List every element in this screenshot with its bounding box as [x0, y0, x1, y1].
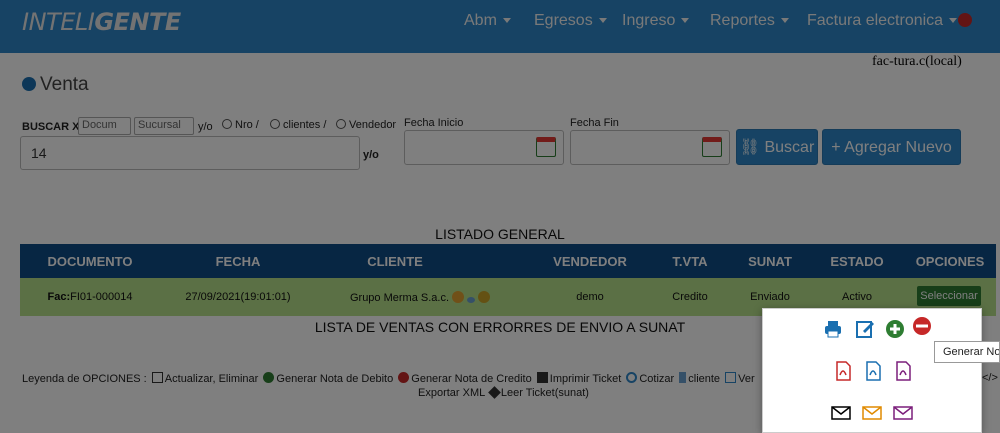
th-documento: DOCUMENTO [47, 254, 133, 269]
generar-nota-credito-button[interactable] [910, 312, 934, 338]
edit-icon [151, 372, 163, 383]
cell-documento: Fac:FI01-000014 [47, 291, 133, 303]
print-icon [536, 372, 548, 383]
th-fecha: FECHA [215, 254, 261, 269]
refresh-icon [626, 372, 638, 383]
info-icon [22, 77, 36, 91]
print-icon[interactable] [823, 319, 843, 339]
power-icon[interactable] [958, 13, 972, 27]
arrows-icon [467, 297, 476, 303]
nav-abm[interactable]: Abm [464, 12, 511, 30]
search-icon: ⛓ [739, 139, 765, 156]
chevron-down-icon [598, 18, 607, 24]
th-vendedor: VENDEDOR [553, 254, 627, 269]
fecha-inicio-label: Fecha Inicio [404, 117, 464, 129]
brand-part1: INTELI [22, 8, 95, 36]
nav-egresos[interactable]: Egresos [534, 12, 607, 30]
th-opciones: OPCIONES [915, 254, 985, 269]
edit-icon[interactable] [855, 319, 875, 339]
cell-tvta: Credito [672, 291, 708, 303]
th-cliente: CLIENTE [367, 254, 423, 269]
yo-label-2: y/o [363, 149, 379, 161]
cart-icon [725, 372, 737, 383]
th-tvta: T.VTA [672, 254, 708, 269]
cell-estado: Activo [842, 291, 872, 303]
envelope-icon[interactable] [893, 403, 913, 423]
search-label: BUSCAR X [22, 121, 80, 133]
listado-title: LISTADO GENERAL [435, 226, 565, 242]
chevron-down-icon [949, 18, 958, 24]
page-title: Venta [22, 74, 89, 96]
options-dropdown [762, 308, 982, 433]
pdf-icon[interactable] [833, 361, 853, 381]
plus-circle-icon [263, 372, 275, 383]
brand-part2: GENTE [94, 8, 181, 36]
navbar: INTELIGENTE Abm Egresos Ingreso Reportes… [0, 0, 1000, 53]
cell-fecha: 27/09/2021(19:01:01) [185, 291, 291, 303]
host-label: fac-tura.c(local) [872, 54, 962, 69]
radio-clientes[interactable]: clientes / [270, 119, 326, 131]
radio-nro[interactable]: Nro / [222, 119, 259, 131]
document-select[interactable]: Docum [78, 117, 131, 135]
cell-cliente: Grupo Merma S.a.c. [320, 291, 520, 304]
seleccionar-button[interactable]: Seleccionar [917, 286, 981, 306]
legend-line2: Exportar XML Leer Ticket(sunat) [418, 386, 589, 399]
legend: Leyenda de OPCIONES : Actualizar, Elimin… [22, 372, 755, 385]
minus-circle-icon [398, 372, 410, 383]
table-header: DOCUMENTO FECHA CLIENTE VENDEDOR T.VTA S… [20, 244, 996, 278]
legend-tail: </> [982, 372, 998, 384]
minus-circle-icon [913, 317, 931, 335]
pdf-icon[interactable] [863, 361, 883, 381]
yo-label: y/o [198, 121, 213, 133]
pdf-icon[interactable] [893, 361, 913, 381]
sucursal-select[interactable]: Sucursal [134, 117, 194, 135]
user-icon [452, 291, 465, 303]
tooltip: Generar Nota [934, 341, 1000, 363]
agregar-nuevo-button[interactable]: + Agregar Nuevo [822, 129, 961, 165]
chevron-down-icon [780, 18, 789, 24]
plus-icon: + [831, 139, 845, 156]
radio-vendedor[interactable]: Vendedor [336, 119, 396, 131]
nav-ingreso[interactable]: Ingreso [622, 12, 690, 30]
fecha-fin-label: Fecha Fin [570, 117, 619, 129]
chevron-down-icon [502, 18, 511, 24]
money-bag-icon [478, 291, 491, 303]
cell-sunat: Enviado [750, 291, 790, 303]
envelope-icon[interactable] [831, 403, 851, 423]
cell-vendedor: demo [576, 291, 604, 303]
nav-reportes[interactable]: Reportes [710, 12, 789, 30]
person-icon [679, 372, 687, 383]
th-sunat: SUNAT [748, 254, 792, 269]
ticket-icon [488, 386, 501, 399]
th-estado: ESTADO [830, 254, 884, 269]
nav-factura-electronica[interactable]: Factura electronica [807, 12, 958, 30]
brand-logo[interactable]: INTELIGENTE [22, 8, 181, 36]
search-input[interactable]: 14 [20, 136, 360, 170]
envelope-icon[interactable] [862, 403, 882, 423]
calendar-icon[interactable] [702, 137, 722, 157]
plus-circle-icon[interactable] [885, 319, 905, 339]
buscar-button[interactable]: ⛓ Buscar [736, 129, 818, 165]
calendar-icon[interactable] [536, 137, 556, 157]
chevron-down-icon [681, 18, 690, 24]
